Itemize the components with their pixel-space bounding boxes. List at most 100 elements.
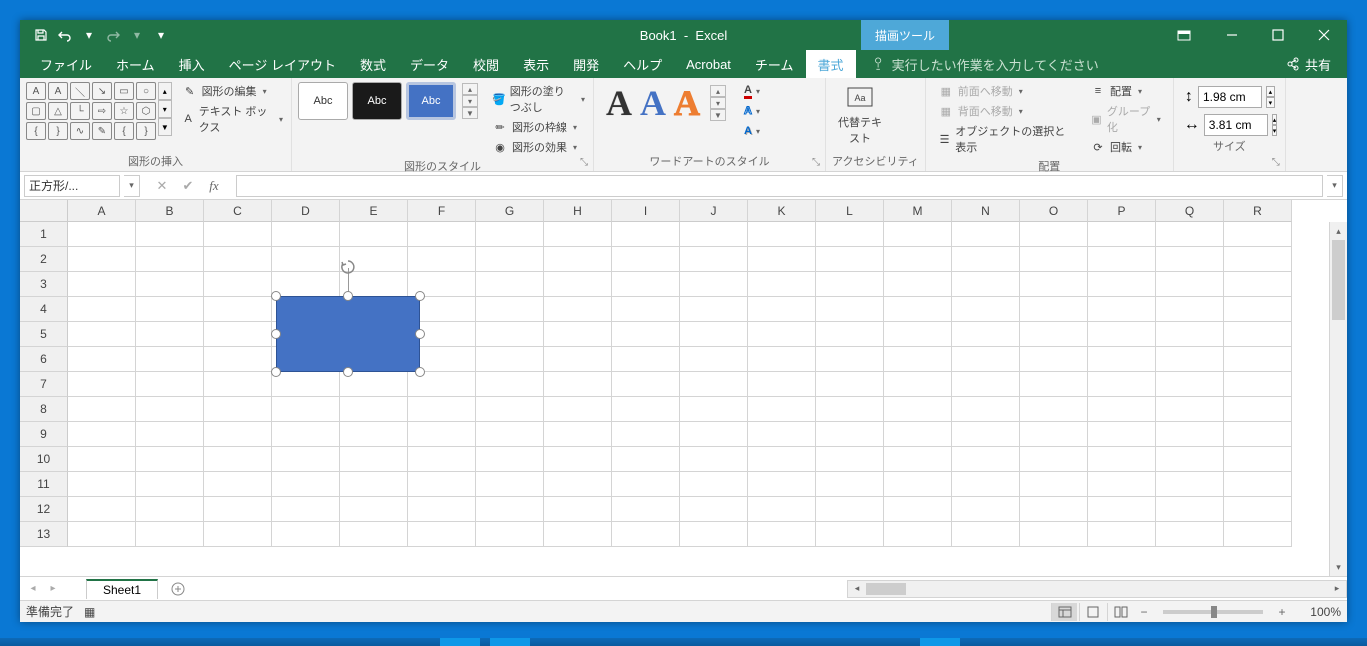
view-page-break-button[interactable] (1107, 603, 1133, 621)
row-header[interactable]: 9 (20, 422, 68, 447)
shapes-scroll-up[interactable]: ▴ (158, 82, 172, 100)
selection-pane-button[interactable]: ☰オブジェクトの選択と表示 (936, 122, 1068, 156)
cell[interactable] (612, 347, 680, 372)
cell[interactable] (476, 497, 544, 522)
cell[interactable] (612, 447, 680, 472)
cell[interactable] (748, 472, 816, 497)
cell[interactable] (1020, 447, 1088, 472)
height-up[interactable]: ▴ (1266, 86, 1275, 97)
cell[interactable] (1088, 447, 1156, 472)
cell[interactable] (952, 322, 1020, 347)
cell[interactable] (476, 422, 544, 447)
style-more[interactable]: ▼ (462, 107, 478, 119)
cell[interactable] (680, 497, 748, 522)
new-sheet-button[interactable] (166, 579, 190, 599)
cell[interactable] (680, 322, 748, 347)
zoom-slider[interactable] (1163, 610, 1263, 614)
cell[interactable] (1156, 222, 1224, 247)
wa-more[interactable]: ▼ (710, 109, 726, 121)
cell[interactable] (612, 497, 680, 522)
column-header[interactable]: J (680, 200, 748, 222)
cell[interactable] (1088, 347, 1156, 372)
cell[interactable] (1088, 472, 1156, 497)
shape-effects-button[interactable]: ◉ 図形の効果▾ (490, 138, 587, 156)
tab-file[interactable]: ファイル (28, 50, 104, 78)
shape-triangle-icon[interactable]: △ (48, 102, 68, 120)
shape-body[interactable] (276, 296, 420, 372)
cell[interactable] (952, 297, 1020, 322)
shape-freeform-icon[interactable]: ✎ (92, 122, 112, 140)
cell[interactable] (1156, 272, 1224, 297)
cell[interactable] (680, 447, 748, 472)
cell[interactable] (68, 222, 136, 247)
cell[interactable] (748, 522, 816, 547)
name-box[interactable]: 正方形/... (24, 175, 120, 197)
tab-acrobat[interactable]: Acrobat (674, 50, 743, 78)
cell[interactable] (272, 472, 340, 497)
cell[interactable] (136, 272, 204, 297)
cell[interactable] (748, 447, 816, 472)
scroll-up-button[interactable]: ▴ (1330, 222, 1347, 240)
rotation-handle[interactable] (339, 258, 357, 276)
resize-handle-t[interactable] (343, 291, 353, 301)
cell[interactable] (1088, 422, 1156, 447)
cell[interactable] (884, 247, 952, 272)
undo-button[interactable] (54, 24, 76, 46)
cell[interactable] (340, 522, 408, 547)
row-header[interactable]: 12 (20, 497, 68, 522)
cell[interactable] (68, 322, 136, 347)
cell[interactable] (136, 397, 204, 422)
cell[interactable] (408, 247, 476, 272)
shape-brace-r-icon[interactable]: } (48, 122, 68, 140)
cell[interactable] (544, 297, 612, 322)
cell[interactable] (816, 322, 884, 347)
cell[interactable] (1020, 397, 1088, 422)
width-up[interactable]: ▴ (1272, 114, 1278, 125)
row-header[interactable]: 2 (20, 247, 68, 272)
cell[interactable] (816, 247, 884, 272)
cell[interactable] (272, 222, 340, 247)
tab-format[interactable]: 書式 (806, 50, 856, 78)
style-preset-3[interactable]: Abc (406, 82, 456, 120)
height-input[interactable] (1198, 86, 1262, 108)
wordart-preset-2[interactable]: A (640, 82, 666, 124)
cell[interactable] (612, 247, 680, 272)
cell[interactable] (544, 372, 612, 397)
cell[interactable] (1088, 497, 1156, 522)
zoom-slider-thumb[interactable] (1211, 606, 1217, 618)
cell[interactable] (612, 297, 680, 322)
scroll-right-button[interactable]: ▸ (1328, 583, 1346, 594)
cell[interactable] (1156, 347, 1224, 372)
redo-dropdown[interactable]: ▾ (126, 24, 148, 46)
shape-brace2-l-icon[interactable]: { (114, 122, 134, 140)
cell[interactable] (1224, 297, 1292, 322)
cell[interactable] (476, 247, 544, 272)
cell[interactable] (204, 222, 272, 247)
view-page-layout-button[interactable] (1079, 603, 1105, 621)
save-button[interactable] (30, 24, 52, 46)
shape-elbow-icon[interactable]: └ (70, 102, 90, 120)
row-header[interactable]: 10 (20, 447, 68, 472)
tab-formulas[interactable]: 数式 (348, 50, 398, 78)
cell[interactable] (544, 472, 612, 497)
cell[interactable] (612, 222, 680, 247)
cell[interactable] (952, 397, 1020, 422)
cell[interactable] (68, 447, 136, 472)
tab-review[interactable]: 校閲 (461, 50, 511, 78)
undo-dropdown[interactable]: ▾ (78, 24, 100, 46)
tab-data[interactable]: データ (398, 50, 461, 78)
cell[interactable] (1156, 247, 1224, 272)
cell[interactable] (884, 397, 952, 422)
wordart-preset-3[interactable]: A (674, 82, 700, 124)
cell[interactable] (1156, 522, 1224, 547)
cell[interactable] (748, 297, 816, 322)
cell[interactable] (544, 397, 612, 422)
cell[interactable] (1020, 347, 1088, 372)
shape-curve-icon[interactable]: ∿ (70, 122, 90, 140)
cell[interactable] (1020, 222, 1088, 247)
row-header[interactable]: 6 (20, 347, 68, 372)
cell[interactable] (272, 272, 340, 297)
style-scroll-up[interactable]: ▴ (462, 83, 478, 95)
cell[interactable] (1020, 497, 1088, 522)
wordart-launcher[interactable]: ⤡ (809, 155, 823, 169)
